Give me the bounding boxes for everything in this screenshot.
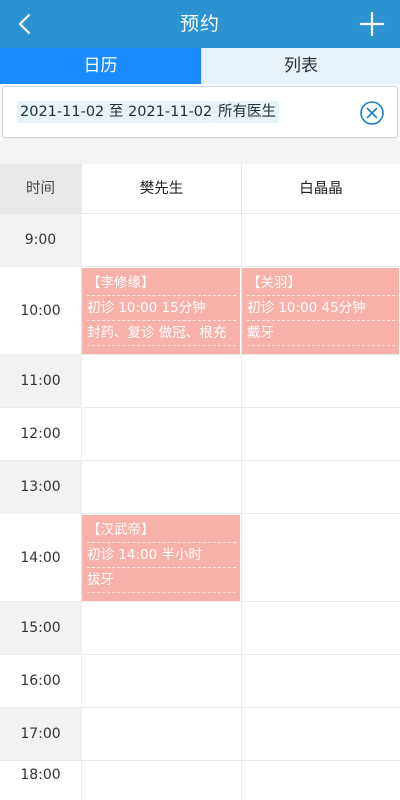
appointment-items: 戴牙 (247, 321, 395, 346)
add-appointment-button[interactable] (356, 8, 388, 40)
appointment-patient: 【李修缘】 (87, 271, 236, 296)
time-slot[interactable] (241, 602, 400, 654)
doctor-column-header: 白晶晶 (241, 164, 400, 214)
close-circle-icon (360, 101, 384, 125)
time-row: 18:00 (0, 761, 400, 800)
time-slot[interactable] (81, 655, 241, 707)
appointment-patient: 【汉武帝】 (87, 518, 236, 543)
appointment-card[interactable]: 【汉武帝】 初诊 14:00 半小时 拔牙 (82, 515, 240, 601)
time-slot[interactable] (241, 761, 400, 800)
appointment-patient: 【关羽】 (247, 271, 395, 296)
time-row: 11:00 (0, 355, 400, 408)
time-row: 13:00 (0, 461, 400, 514)
page-title: 预约 (179, 13, 220, 35)
plus-icon (359, 11, 385, 37)
time-slot[interactable] (81, 461, 241, 513)
time-row: 9:00 (0, 214, 400, 267)
time-slot[interactable] (241, 461, 400, 513)
appointment-items: 封药、复诊 做冠、根充 (87, 321, 236, 346)
appointment-detail: 初诊 10:00 45分钟 (247, 296, 395, 321)
time-label: 18:00 (20, 767, 61, 783)
time-slot[interactable] (81, 602, 241, 654)
time-row: 12:00 (0, 408, 400, 461)
time-label: 10:00 (20, 302, 61, 319)
appointment-card[interactable]: 【关羽】 初诊 10:00 45分钟 戴牙 (242, 268, 399, 354)
time-slot[interactable] (241, 355, 400, 407)
time-label: 15:00 (0, 602, 81, 654)
time-slot[interactable] (241, 655, 400, 707)
header-bar: 预约 (0, 0, 400, 48)
appointment-detail: 初诊 10:00 15分钟 (87, 296, 236, 321)
time-slot[interactable] (81, 761, 241, 800)
doctor-column-header: 樊先生 (81, 164, 241, 214)
time-row: 15:00 (0, 602, 400, 655)
view-tabs: 日历 列表 (0, 48, 400, 84)
doctor-filter-chip[interactable]: 所有医生 (215, 101, 279, 123)
time-label: 11:00 (0, 355, 81, 407)
time-slot[interactable] (81, 408, 241, 460)
time-label: 14:00 (20, 549, 61, 566)
time-row: 16:00 (0, 655, 400, 708)
time-label: 12:00 (20, 426, 61, 442)
time-label: 9:00 (0, 214, 81, 266)
time-slot[interactable] (241, 514, 400, 601)
time-slot[interactable] (241, 708, 400, 760)
time-column-header: 时间 (0, 164, 81, 214)
appointment-detail: 初诊 14:00 半小时 (87, 543, 236, 568)
date-range-chip[interactable]: 2021-11-02 至 2021-11-02 (17, 101, 216, 123)
schedule-grid: 时间 樊先生 白晶晶 9:00 10:00 11:00 12:00 13:00 … (0, 164, 400, 800)
time-label: 13:00 (0, 461, 81, 513)
time-slot[interactable] (241, 408, 400, 460)
time-slot[interactable] (81, 708, 241, 760)
time-label: 17:00 (0, 708, 81, 760)
time-slot[interactable] (81, 214, 241, 266)
filter-bar[interactable]: 2021-11-02 至 2021-11-02 所有医生 (2, 86, 398, 138)
section-divider (0, 140, 400, 164)
clear-filter-button[interactable] (359, 100, 385, 126)
time-row: 17:00 (0, 708, 400, 761)
time-label: 16:00 (20, 673, 61, 689)
time-slot[interactable] (241, 214, 400, 266)
tab-calendar[interactable]: 日历 (0, 48, 201, 84)
appointment-items: 拔牙 (87, 568, 236, 593)
time-slot[interactable] (81, 355, 241, 407)
appointment-card[interactable]: 【李修缘】 初诊 10:00 15分钟 封药、复诊 做冠、根充 (82, 268, 240, 354)
tab-list[interactable]: 列表 (201, 48, 400, 84)
